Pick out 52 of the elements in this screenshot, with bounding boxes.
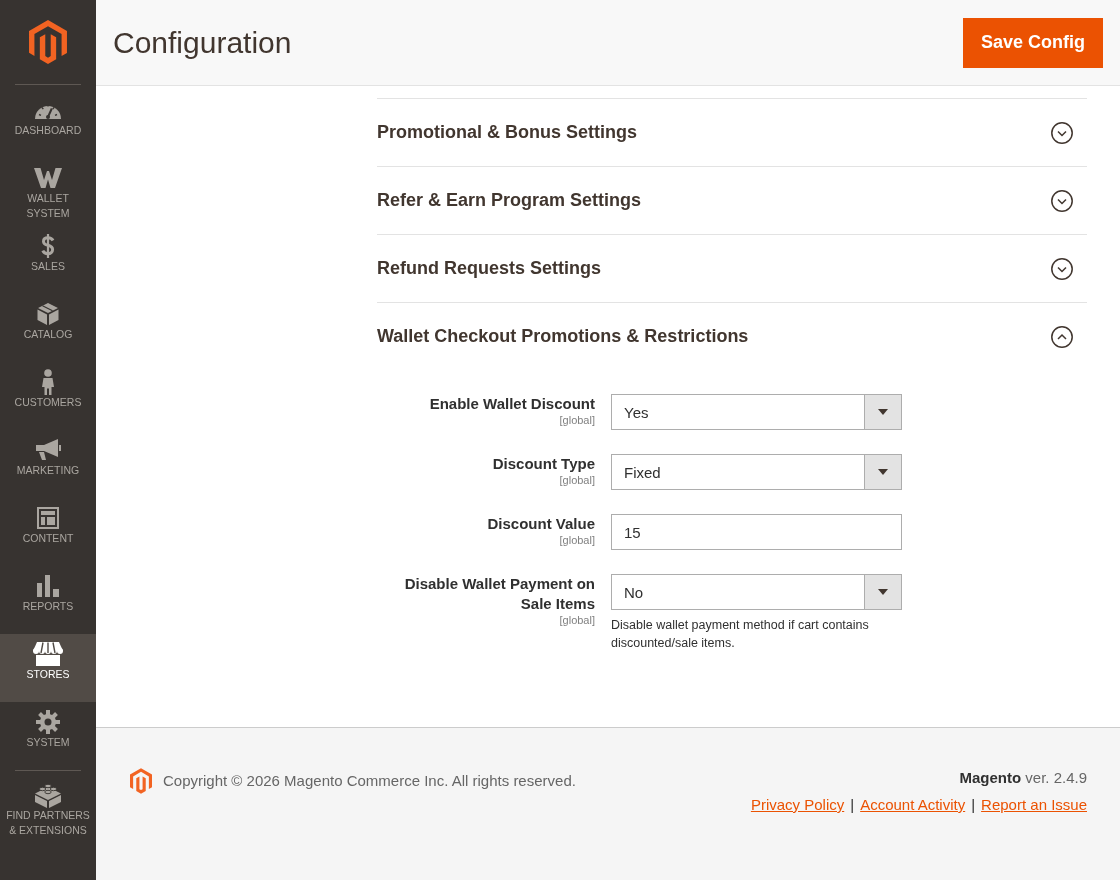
section-header[interactable]: Promotional & Bonus Settings bbox=[377, 99, 1087, 166]
caret-icon bbox=[878, 409, 888, 415]
footer-link[interactable]: Account Activity bbox=[860, 795, 966, 815]
person-icon bbox=[41, 369, 55, 395]
logo-icon bbox=[130, 768, 152, 794]
field-label: Discount Value bbox=[487, 514, 595, 534]
link-separator: | bbox=[971, 795, 976, 815]
field-label: Enable Wallet Discount bbox=[429, 394, 595, 414]
text-field[interactable]: 15 bbox=[611, 514, 902, 550]
scope-label: [global] bbox=[559, 534, 595, 546]
sidebar-item[interactable]: CATALOG bbox=[0, 294, 96, 362]
box-icon bbox=[36, 302, 60, 326]
footer-link[interactable]: Report an Issue bbox=[981, 795, 1087, 815]
sidebar-item[interactable]: SYSTEM bbox=[0, 702, 96, 770]
section-header[interactable]: Refer & Earn Program Settings bbox=[377, 167, 1087, 234]
scope-label: [global] bbox=[559, 414, 595, 426]
section-header[interactable]: Refund Requests Settings bbox=[377, 235, 1087, 302]
field-label: Discount Type bbox=[492, 454, 595, 474]
dollar-icon bbox=[40, 234, 56, 258]
link-separator: | bbox=[850, 795, 855, 815]
logo-icon[interactable] bbox=[29, 20, 67, 64]
version-text: Magento ver. 2.4.9 bbox=[959, 768, 1087, 788]
sidebar-item[interactable]: CONTENT bbox=[0, 498, 96, 566]
dropdown[interactable]: Yes bbox=[611, 394, 902, 430]
w-logo-icon bbox=[34, 168, 62, 188]
sidebar-item[interactable]: MARKETING bbox=[0, 430, 96, 498]
page-title: Configuration bbox=[113, 24, 292, 61]
scope-label: [global] bbox=[559, 614, 595, 626]
footer-link[interactable]: Privacy Policy bbox=[750, 795, 845, 815]
brick-icon bbox=[34, 782, 62, 808]
storefront-icon bbox=[33, 642, 63, 666]
dropdown[interactable]: Fixed bbox=[611, 454, 902, 490]
megaphone-icon bbox=[35, 439, 61, 461]
section-header[interactable]: Wallet Checkout Promotions & Restrictions bbox=[377, 303, 1087, 370]
sidebar-item[interactable]: FIND PARTNERS & EXTENSIONS bbox=[0, 771, 96, 839]
layout-icon bbox=[37, 507, 59, 529]
sidebar-item[interactable]: SALES bbox=[0, 226, 96, 294]
caret-icon bbox=[878, 469, 888, 475]
save-config-button[interactable]: Save Config bbox=[963, 17, 1103, 68]
dropdown[interactable]: No bbox=[611, 574, 902, 610]
sidebar-item[interactable]: DASHBOARD bbox=[0, 90, 96, 158]
copyright-text: Copyright © 2026 Magento Commerce Inc. All rights reserved. bbox=[163, 771, 576, 791]
caret-icon bbox=[878, 589, 888, 595]
sidebar-item[interactable]: CUSTOMERS bbox=[0, 362, 96, 430]
scope-label: [global] bbox=[559, 474, 595, 486]
field-note: Disable wallet payment method if cart contains discounted/sale items. bbox=[611, 617, 870, 652]
sidebar-item[interactable]: STORES bbox=[0, 634, 96, 702]
bar-chart-icon bbox=[37, 575, 59, 597]
sidebar-item[interactable]: REPORTS bbox=[0, 566, 96, 634]
field-label: Disable Wallet Payment on Sale Items bbox=[403, 574, 595, 614]
gear-icon bbox=[36, 710, 60, 734]
sidebar-item[interactable]: WALLET SYSTEM bbox=[0, 158, 96, 226]
